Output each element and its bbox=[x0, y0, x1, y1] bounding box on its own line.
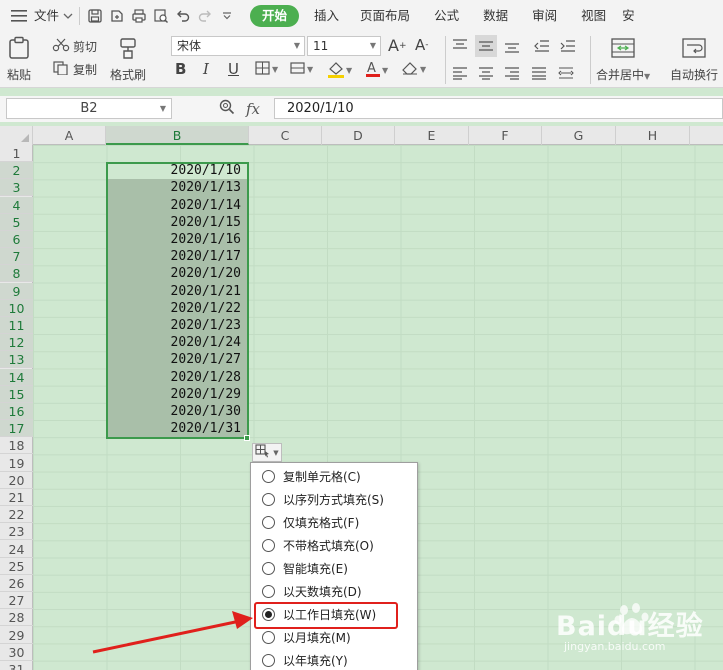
watermark-text: Baidu经验 bbox=[556, 611, 704, 642]
watermark: Baidu经验 jingyan.baidu.com bbox=[556, 600, 723, 670]
spreadsheet-window: 文件 开始 插入 页面布局 公式 数据 审阅 视图 安 粘贴 剪切 复制 格式刷… bbox=[0, 0, 723, 670]
annotation-arrow-icon bbox=[92, 611, 253, 654]
watermark-url: jingyan.baidu.com bbox=[564, 640, 666, 653]
